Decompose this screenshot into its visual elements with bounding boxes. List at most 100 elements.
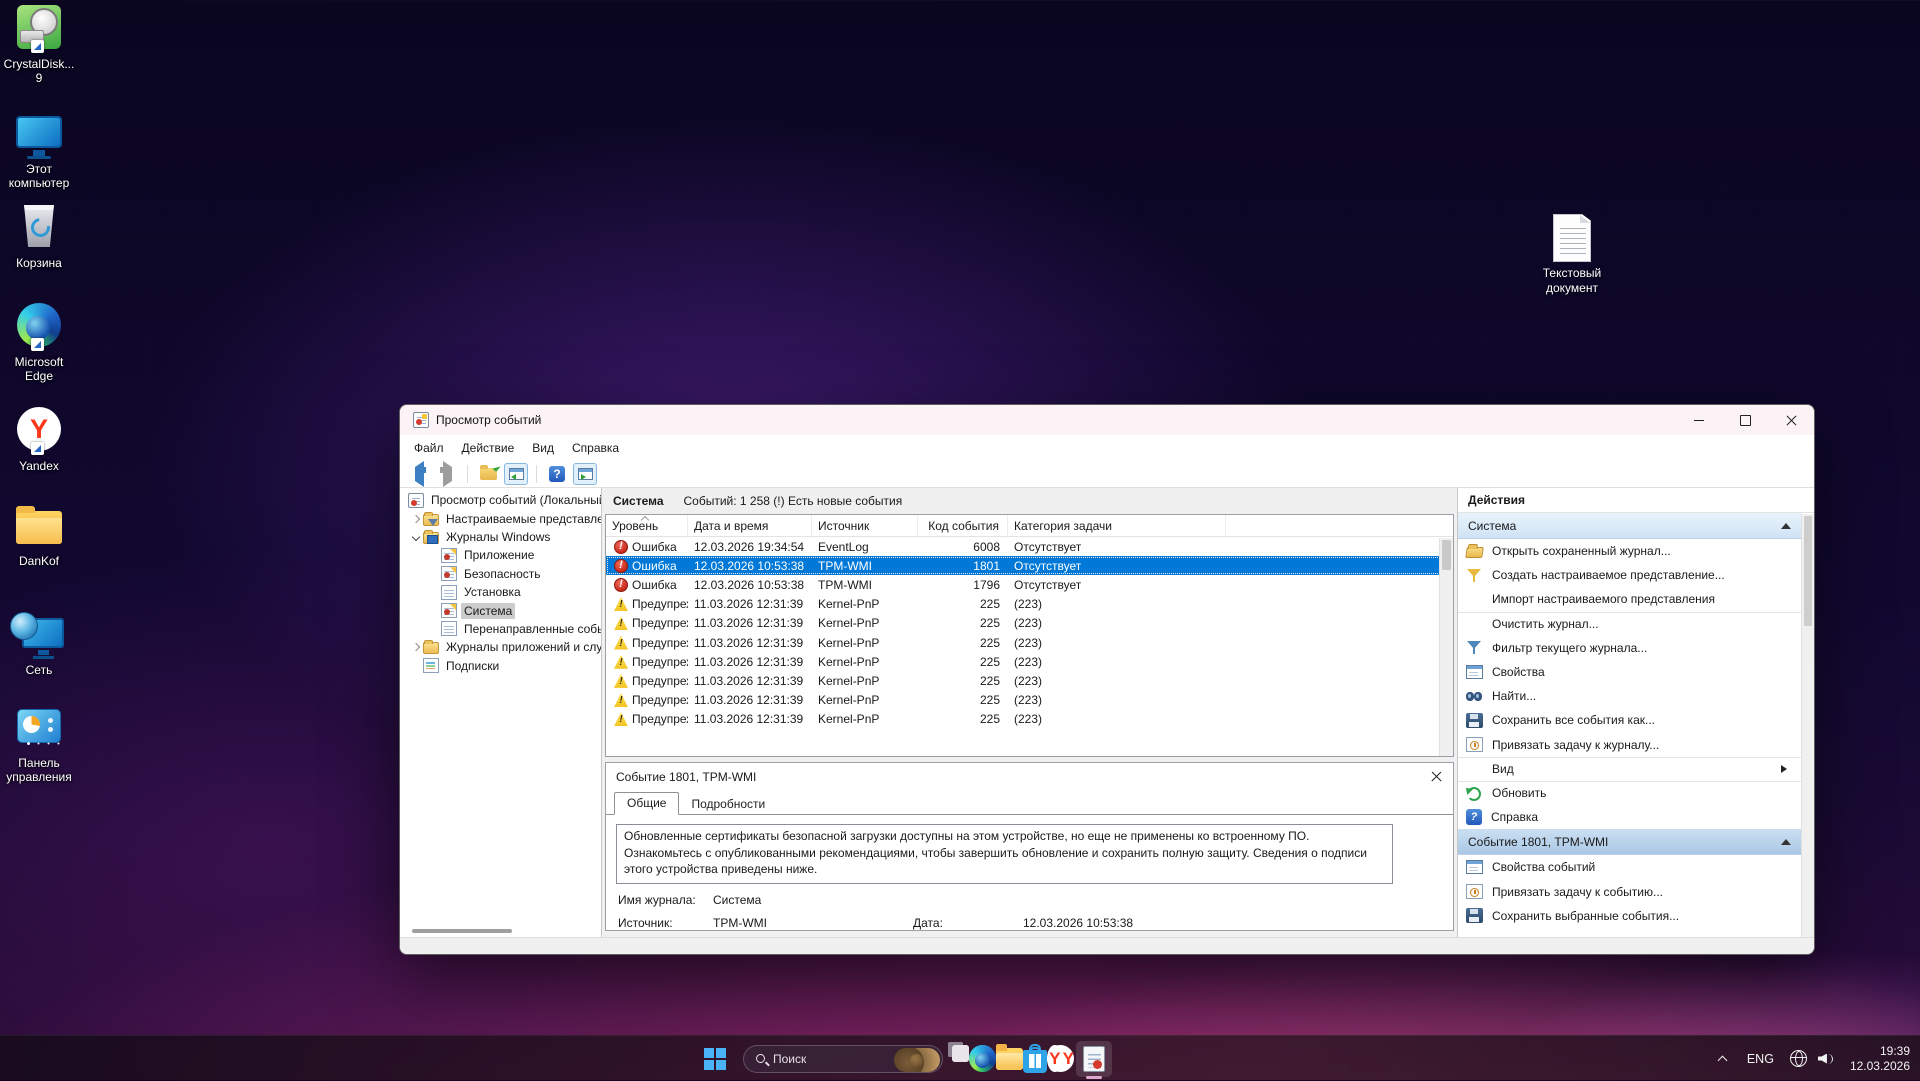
desktop-icon[interactable]: Этот компьютер <box>0 105 78 190</box>
action-item[interactable]: Привязать задачу к журналу... <box>1458 733 1801 757</box>
event-description[interactable]: Обновленные сертификаты безопасной загру… <box>616 824 1393 884</box>
desktop-icon[interactable]: Корзина <box>0 199 78 270</box>
column-header-task-category[interactable]: Категория задачи <box>1008 515 1226 536</box>
tree-expander-icon[interactable] <box>409 530 423 544</box>
scrollbar-thumb[interactable] <box>412 929 512 933</box>
action-item[interactable]: Справка <box>1458 805 1801 829</box>
menu-item[interactable]: Действие <box>453 438 524 458</box>
action-item[interactable]: Открыть сохраненный журнал... <box>1458 539 1801 563</box>
forward-button[interactable] <box>435 463 459 485</box>
column-header-source[interactable]: Источник <box>812 515 918 536</box>
column-header-level[interactable]: Уровень <box>606 515 688 536</box>
collapse-icon[interactable] <box>1781 839 1791 845</box>
title-bar[interactable]: Просмотр событий <box>400 405 1814 435</box>
tree-item[interactable]: Система <box>400 601 601 619</box>
tree-expander-icon[interactable] <box>409 512 423 526</box>
event-row[interactable]: Ошибка 12.03.2026 10:53:38 TPM-WMI 1796 … <box>606 575 1453 594</box>
action-item[interactable]: Фильтр текущего журнала... <box>1458 636 1801 660</box>
event-source: Kernel-PnP <box>812 712 918 726</box>
collapse-icon[interactable] <box>1781 523 1791 529</box>
desktop-icon[interactable]: Microsoft Edge <box>0 298 78 383</box>
event-source: TPM-WMI <box>812 578 918 592</box>
menu-item[interactable]: Справка <box>563 438 628 458</box>
event-row[interactable]: Предупреж... 11.03.2026 12:31:39 Kernel-… <box>606 671 1453 690</box>
tree-item[interactable]: Подписки <box>400 657 601 675</box>
language-indicator[interactable]: ENG <box>1747 1052 1774 1066</box>
event-row[interactable]: Предупреж... 11.03.2026 12:31:39 Kernel-… <box>606 710 1453 729</box>
desktop-icon[interactable]: Yandex <box>0 402 78 473</box>
close-details-icon[interactable] <box>1431 771 1443 783</box>
tree-expander-icon[interactable] <box>409 659 423 673</box>
taskbar-app-button[interactable] <box>1023 1050 1047 1070</box>
help-button[interactable] <box>545 463 569 485</box>
event-row[interactable]: Ошибка 12.03.2026 19:34:54 EventLog 6008… <box>606 537 1453 556</box>
scrollbar-thumb[interactable] <box>1804 516 1812 626</box>
scrollbar-thumb[interactable] <box>1442 540 1451 570</box>
event-row[interactable]: Предупреж... 11.03.2026 12:31:39 Kernel-… <box>606 614 1453 633</box>
event-row[interactable]: Предупреж... 11.03.2026 12:31:39 Kernel-… <box>606 633 1453 652</box>
tab-details[interactable]: Подробности <box>679 794 777 815</box>
tree-horizontal-scrollbar[interactable] <box>404 929 597 935</box>
maximize-button[interactable] <box>1722 405 1768 435</box>
taskbar-app-button[interactable] <box>969 1045 996 1072</box>
event-row[interactable]: Предупреж... 11.03.2026 12:31:39 Kernel-… <box>606 652 1453 671</box>
actions-scrollbar[interactable] <box>1801 514 1814 937</box>
tree-item[interactable]: Перенаправленные события <box>400 620 601 638</box>
volume-icon[interactable] <box>1818 1051 1836 1067</box>
desktop-icon-text-document[interactable]: Текстовый документ <box>1520 214 1624 296</box>
open-saved-log-button[interactable] <box>476 463 500 485</box>
desktop-icon[interactable]: Сеть <box>0 606 78 677</box>
tree-item[interactable]: Приложение <box>400 546 601 564</box>
taskbar-app-button[interactable] <box>996 1048 1023 1068</box>
actions-section-event[interactable]: Событие 1801, TPM-WMI <box>1458 829 1801 855</box>
event-row[interactable]: Предупреж... 11.03.2026 12:31:39 Kernel-… <box>606 691 1453 710</box>
taskbar-app-button[interactable] <box>952 1045 969 1062</box>
action-item[interactable]: Импорт настраиваемого представления <box>1458 587 1801 611</box>
column-header-datetime[interactable]: Дата и время <box>688 515 812 536</box>
search-input[interactable]: Поиск <box>743 1045 943 1073</box>
tree-item[interactable]: Настраиваемые представления <box>400 509 601 527</box>
action-item[interactable]: Сохранить все события как... <box>1458 708 1801 732</box>
action-item[interactable]: Найти... <box>1458 684 1801 708</box>
action-item[interactable]: Сохранить выбранные события... <box>1458 904 1801 928</box>
action-item[interactable]: Вид <box>1458 757 1801 781</box>
event-row[interactable]: Предупреж... 11.03.2026 12:31:39 Kernel-… <box>606 595 1453 614</box>
tree-item[interactable]: Журналы приложений и служб <box>400 638 601 656</box>
event-list-scrollbar[interactable] <box>1439 538 1453 756</box>
action-item[interactable]: Создать настраиваемое представление... <box>1458 563 1801 587</box>
window-title: Просмотр событий <box>436 413 541 427</box>
tree-item-icon <box>441 566 457 581</box>
menu-item[interactable]: Файл <box>405 438 453 458</box>
tree-item[interactable]: Безопасность <box>400 565 601 583</box>
actions-section-system[interactable]: Система <box>1458 513 1801 539</box>
start-button[interactable] <box>694 1036 734 1081</box>
minimize-button[interactable] <box>1676 405 1722 435</box>
tree-expander-icon[interactable] <box>409 640 423 654</box>
close-button[interactable] <box>1768 405 1814 435</box>
tree-item[interactable]: Установка <box>400 583 601 601</box>
action-item[interactable]: Обновить <box>1458 781 1801 805</box>
action-item[interactable]: Очистить журнал... <box>1458 612 1801 636</box>
menu-item[interactable]: Вид <box>523 438 563 458</box>
desktop-icon[interactable]: Панель управления <box>0 699 78 784</box>
network-globe-icon[interactable] <box>1790 1050 1807 1067</box>
toggle-console-tree-button[interactable] <box>504 463 528 485</box>
tree-item[interactable]: Журналы Windows <box>400 528 601 546</box>
toggle-action-pane-button[interactable] <box>573 463 597 485</box>
desktop-icon[interactable]: DanKof <box>0 497 78 568</box>
taskbar-app-button[interactable] <box>1047 1045 1074 1072</box>
action-item[interactable]: Свойства событий <box>1458 855 1801 879</box>
taskbar-app-event-viewer[interactable] <box>1074 1036 1114 1081</box>
action-item[interactable]: Свойства <box>1458 660 1801 684</box>
event-row[interactable]: Ошибка 12.03.2026 10:53:38 TPM-WMI 1801 … <box>606 556 1453 575</box>
clock[interactable]: 19:39 12.03.2026 <box>1850 1044 1910 1074</box>
column-header-event-id[interactable]: Код события <box>918 515 1008 536</box>
event-id: 1796 <box>918 578 1008 592</box>
hidden-icons-chevron-icon[interactable] <box>1719 1054 1728 1063</box>
desktop-icon[interactable]: CrystalDisk... 9 <box>0 0 78 85</box>
event-list: Уровень Дата и время Источник Код событи… <box>605 514 1454 757</box>
tree-item[interactable]: Просмотр событий (Локальный) <box>400 491 601 509</box>
back-button[interactable] <box>407 463 431 485</box>
tab-general[interactable]: Общие <box>614 792 679 815</box>
action-item[interactable]: Привязать задачу к событию... <box>1458 879 1801 903</box>
